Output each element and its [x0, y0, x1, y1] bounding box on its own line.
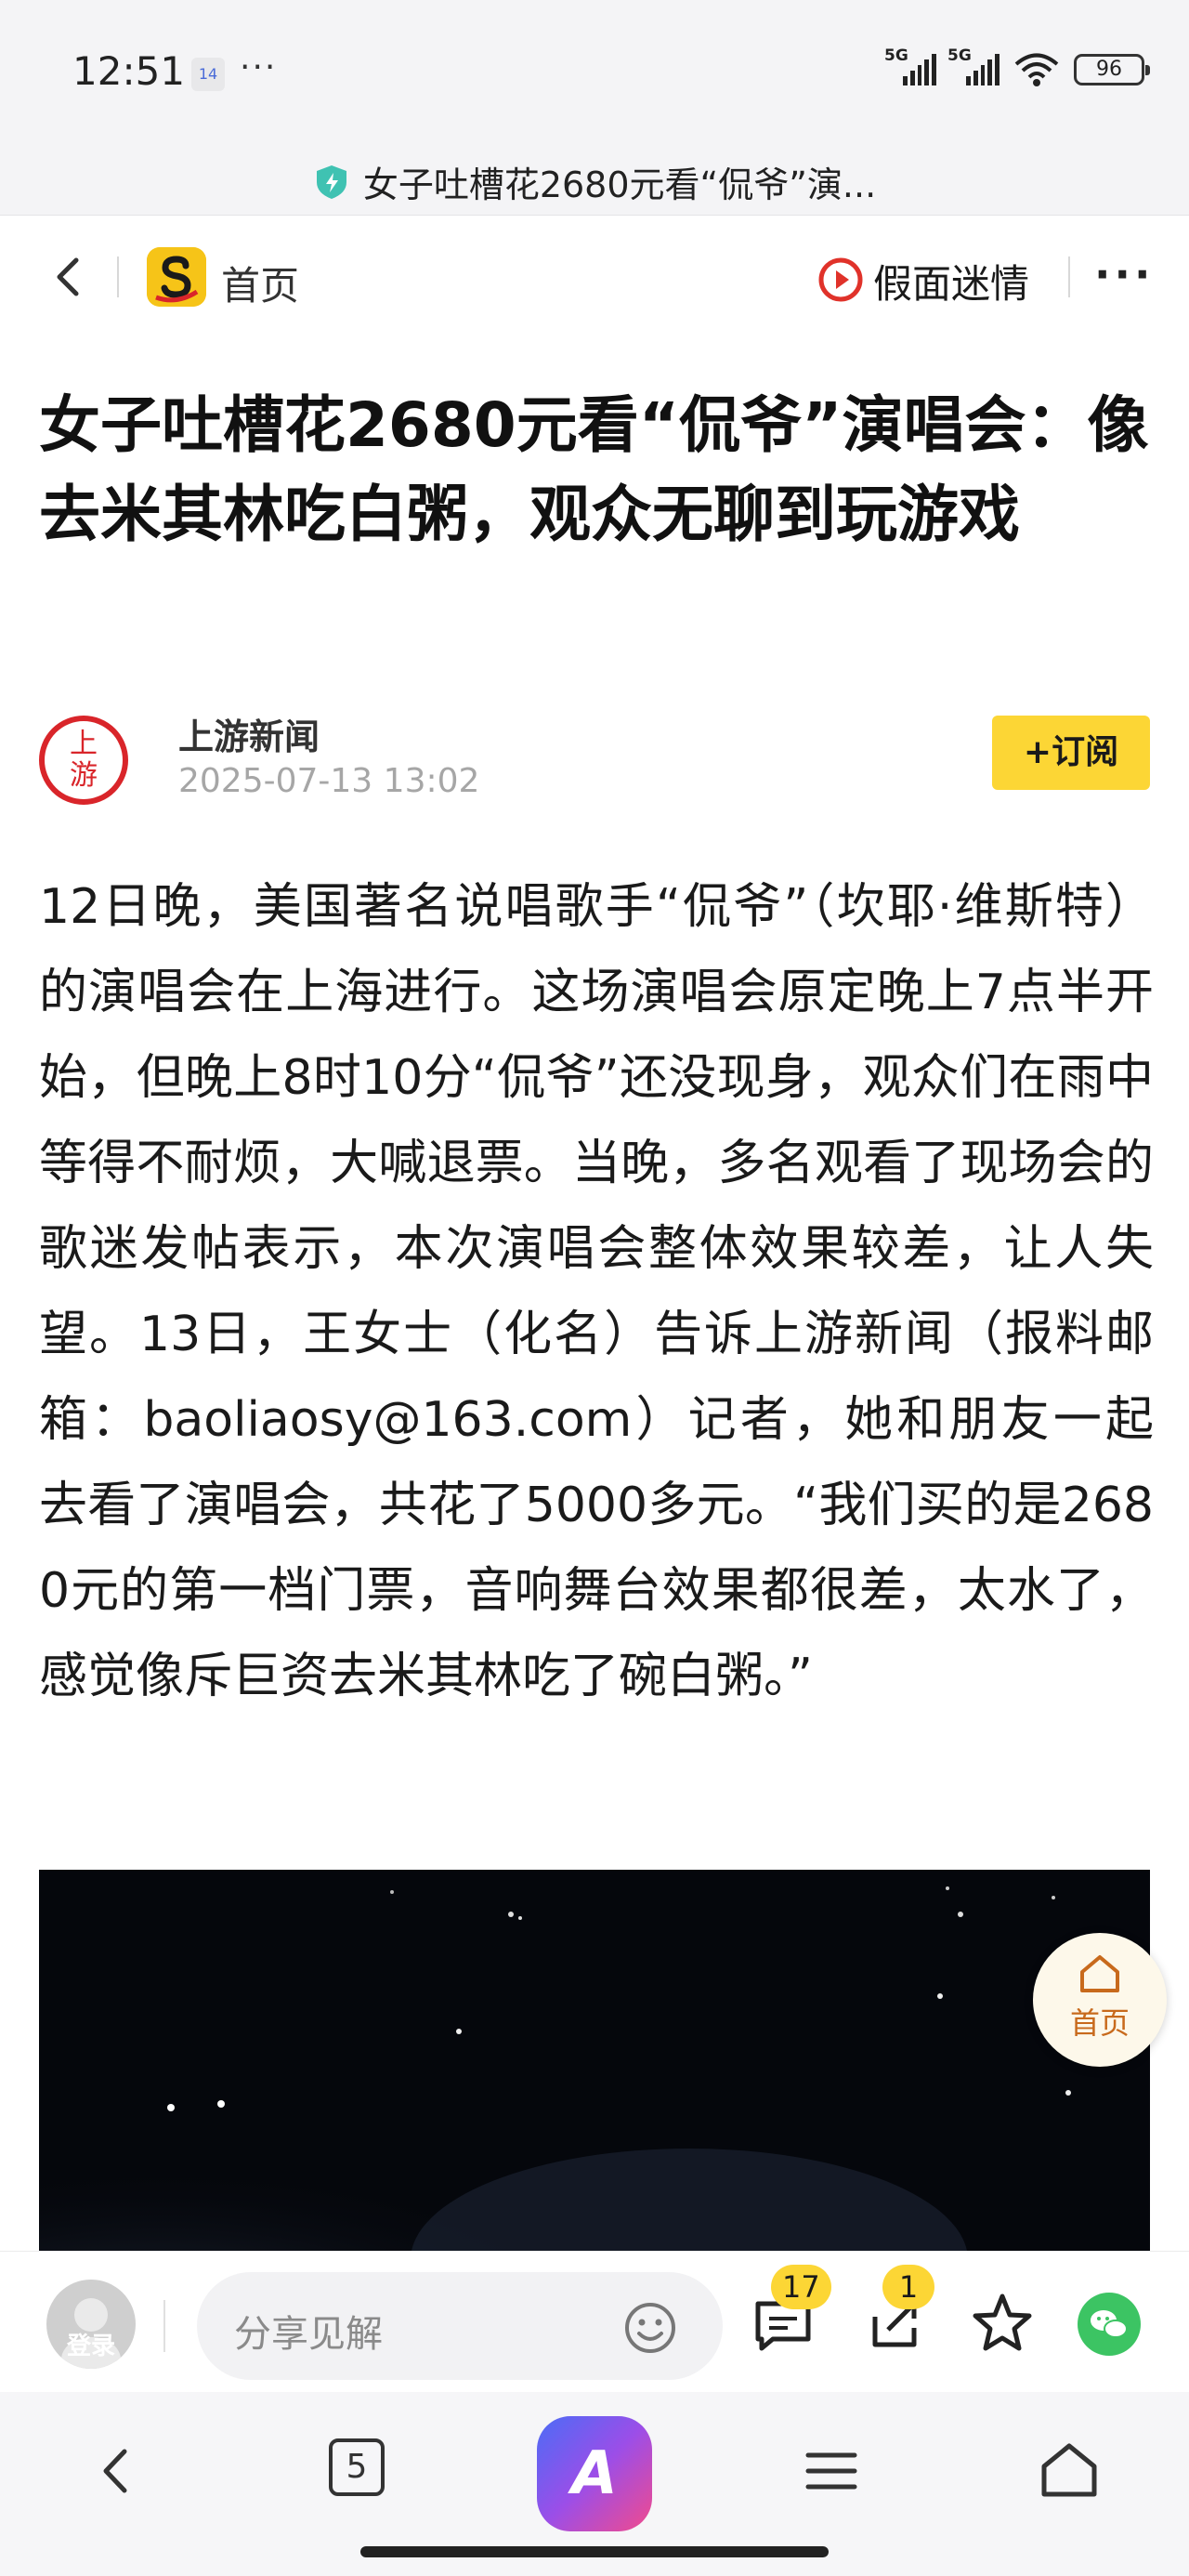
share-count-badge: 1: [882, 2265, 934, 2309]
comment-placeholder: 分享见解: [234, 2313, 383, 2356]
home-icon[interactable]: [1037, 2438, 1102, 2504]
home-icon: [1080, 1955, 1119, 1992]
browser-bottom-nav: 5 A: [0, 2392, 1189, 2576]
favorite-button[interactable]: [970, 2291, 1035, 2356]
login-avatar[interactable]: 登录: [46, 2280, 136, 2369]
subscribe-button[interactable]: +订阅: [992, 716, 1150, 790]
article-body: 12日晚，美国著名说唱歌手“侃爷”（坎耶·维斯特）的演唱会在上海进行。这场演唱会…: [39, 879, 1154, 1704]
signal-icon: 5G: [947, 46, 1000, 85]
back-icon[interactable]: [46, 249, 91, 305]
wifi-icon: [1014, 53, 1059, 86]
author-logo-text: 上游: [70, 728, 98, 792]
status-icons: 5G 5G 96: [884, 46, 1150, 87]
signal-label: 5G: [884, 46, 908, 65]
emoji-icon[interactable]: [622, 2300, 678, 2356]
floating-home-label: 首页: [1069, 2005, 1130, 2041]
divider: [163, 2300, 165, 2352]
play-icon[interactable]: [817, 256, 864, 303]
home-link[interactable]: 首页: [221, 255, 299, 311]
gesture-bar[interactable]: [360, 2546, 829, 2557]
signal-label: 5G: [947, 46, 972, 65]
more-notifications-icon: ···: [240, 48, 278, 86]
comment-input[interactable]: 分享见解: [197, 2272, 723, 2380]
floating-home-button[interactable]: 首页: [1033, 1933, 1167, 2067]
back-icon[interactable]: [84, 2438, 149, 2504]
shield-icon: [316, 164, 346, 199]
login-label: 登录: [66, 2333, 115, 2360]
star-icon: [973, 2293, 1032, 2351]
notification-badge: 14: [191, 58, 225, 91]
address-bar[interactable]: 女子吐槽花2680元看“侃爷”演...: [0, 149, 1189, 216]
clock: 12:51: [72, 48, 186, 94]
share-button[interactable]: 1: [862, 2265, 934, 2356]
status-bar: 12:51 14 ··· 5G 5G 96: [0, 0, 1189, 149]
ai-assistant-button[interactable]: A: [537, 2416, 652, 2531]
battery-icon: 96: [1074, 54, 1150, 85]
comment-count-badge: 17: [771, 2265, 831, 2309]
divider: [117, 256, 119, 297]
page-title: 女子吐槽花2680元看“侃爷”演...: [362, 164, 877, 205]
more-options-icon[interactable]: ···: [1094, 249, 1154, 299]
wechat-share-button[interactable]: [1078, 2293, 1141, 2356]
article-photo[interactable]: [39, 1870, 1150, 2251]
channel-link[interactable]: 假面迷情: [873, 253, 1029, 309]
article-navbar: 首页 假面迷情 ···: [0, 227, 1189, 329]
publish-time: 2025-07-13 13:02: [178, 762, 480, 800]
tabs-button[interactable]: 5: [329, 2438, 385, 2496]
signal-icon: 5G: [884, 46, 936, 85]
comment-bar: 登录 分享见解 17 1: [0, 2251, 1189, 2392]
app-logo-icon[interactable]: [147, 247, 206, 307]
comments-button[interactable]: 17: [751, 2265, 831, 2356]
author-name[interactable]: 上游新闻: [178, 708, 320, 759]
divider: [1068, 256, 1070, 297]
concert-image: [39, 1870, 1150, 2251]
wechat-icon: [1091, 2310, 1128, 2338]
article-headline: 女子吐槽花2680元看“侃爷”演唱会：像去米其林吃白粥，观众无聊到玩游戏: [39, 389, 1149, 550]
menu-icon[interactable]: [799, 2438, 864, 2504]
author-avatar[interactable]: 上游: [39, 716, 128, 805]
